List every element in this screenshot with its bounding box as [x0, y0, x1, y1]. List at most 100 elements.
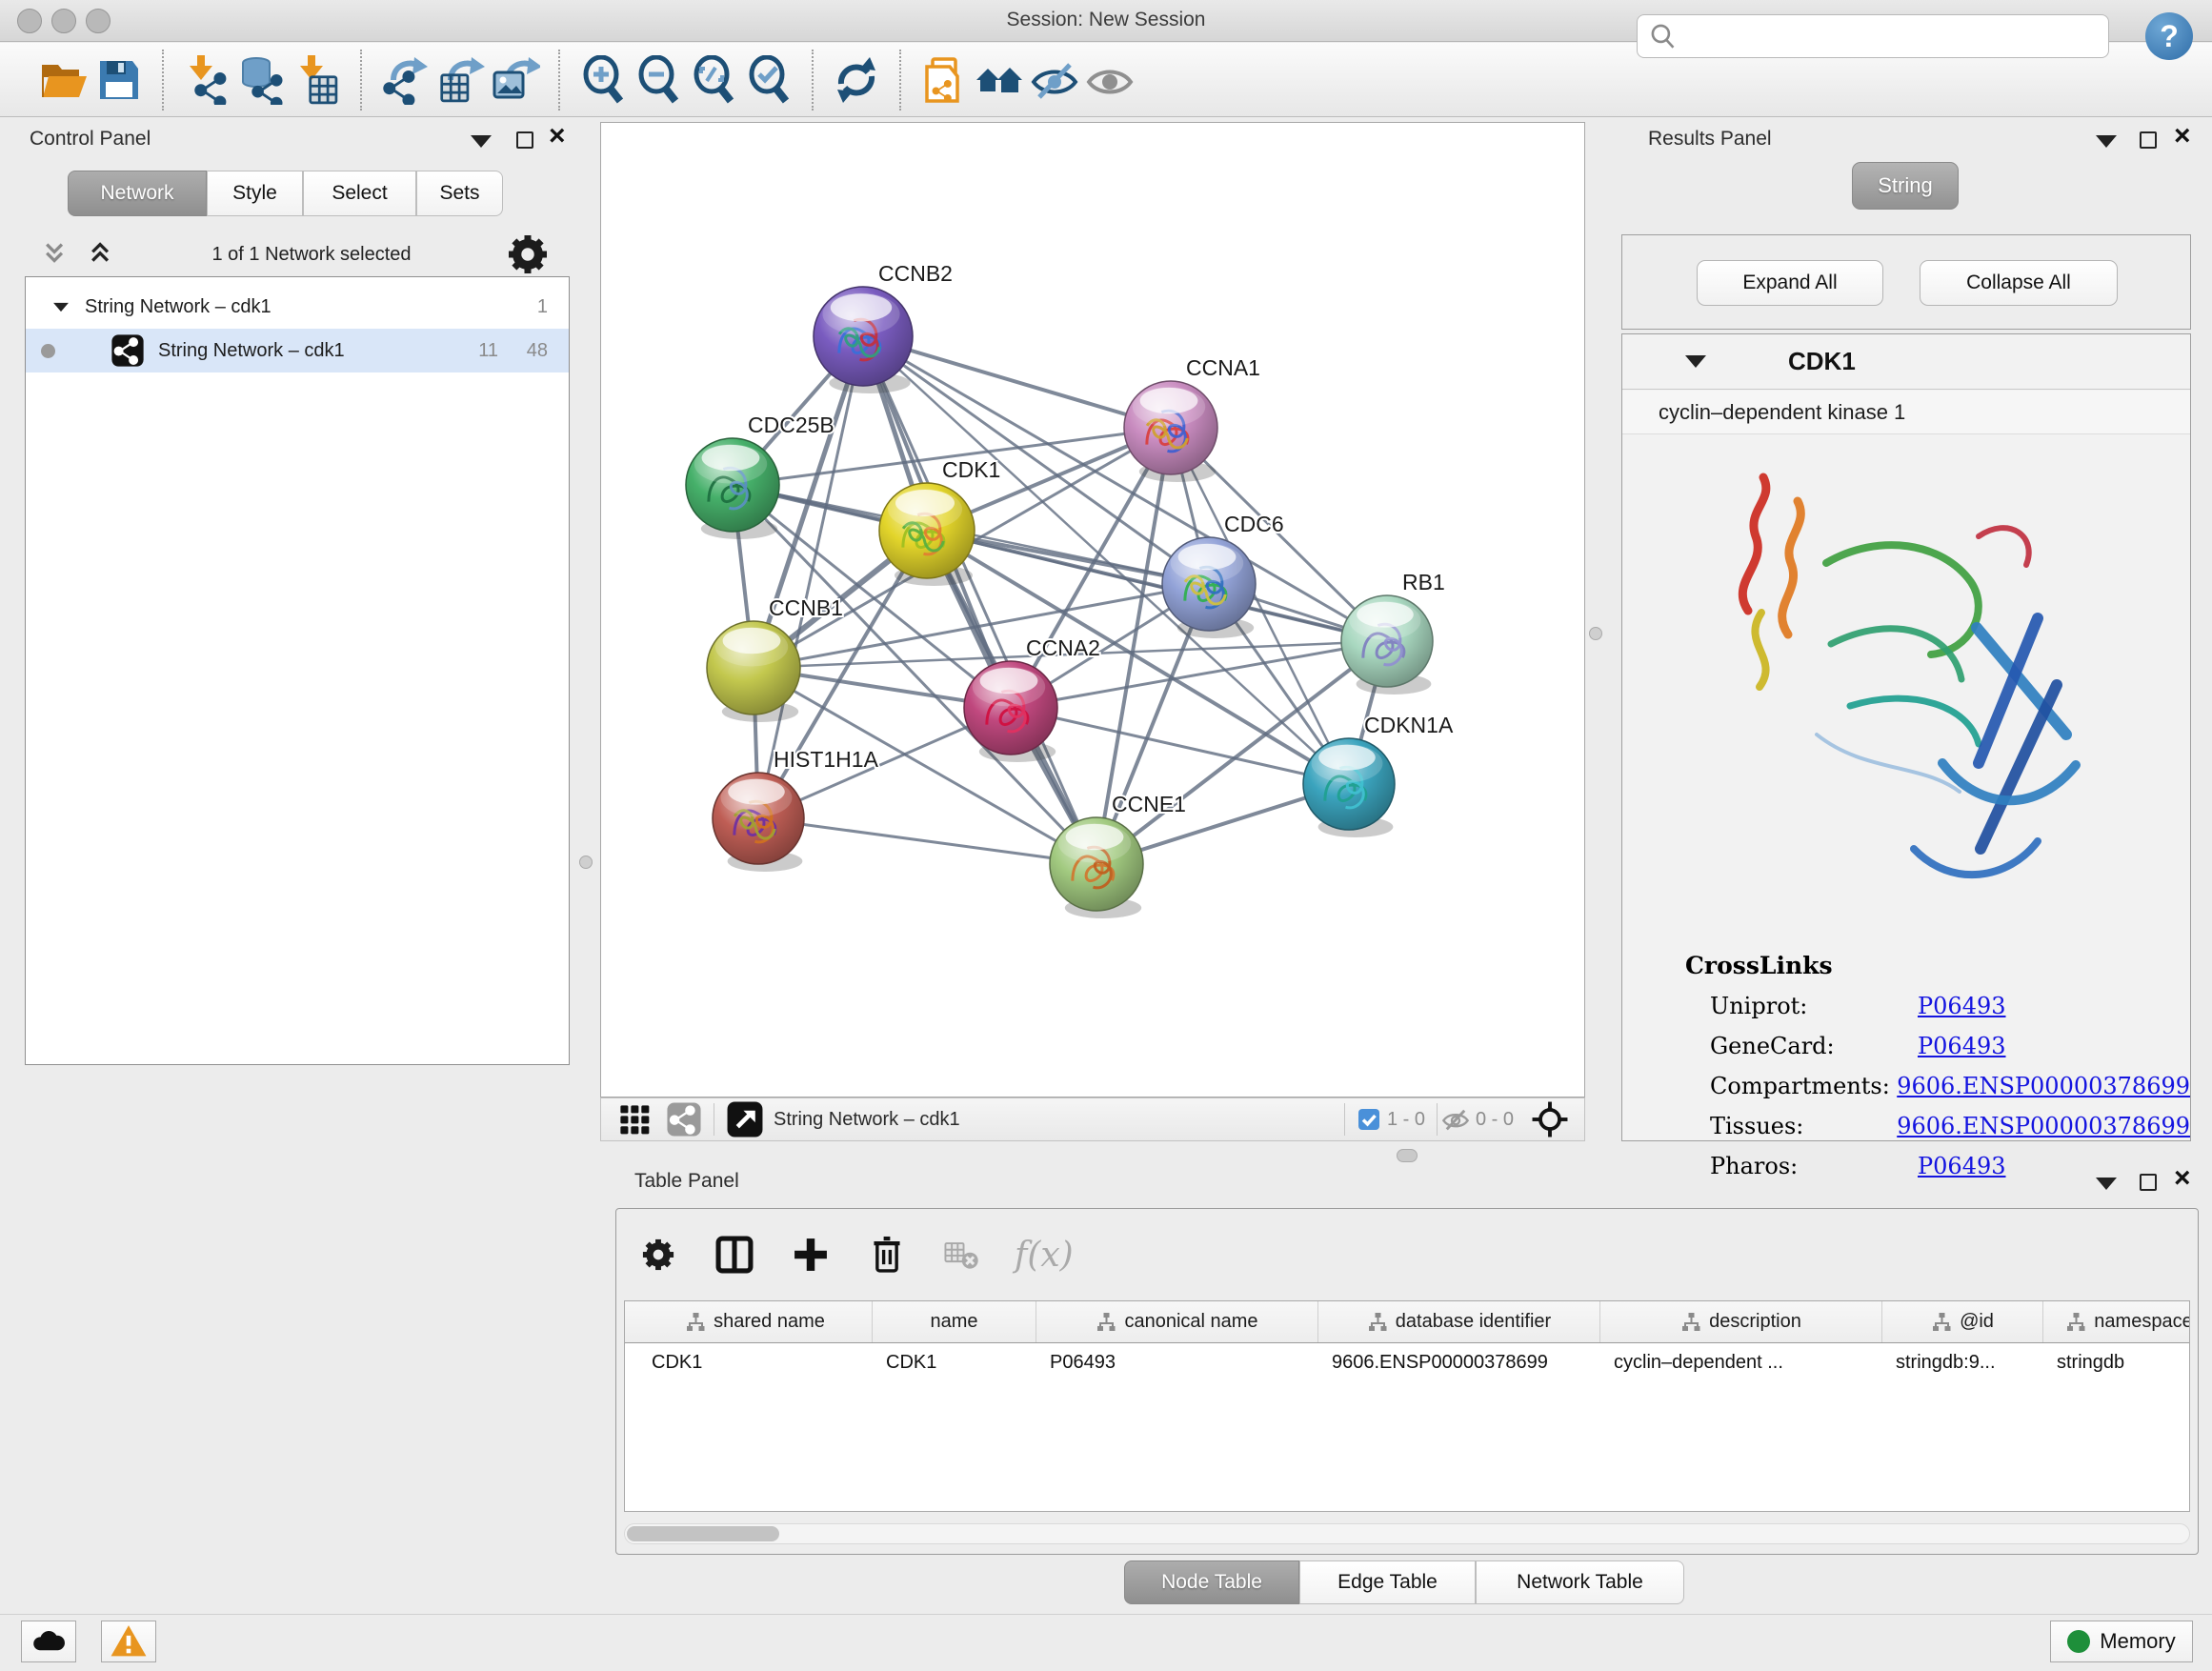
- network-node[interactable]: CCNB1: [707, 595, 843, 722]
- network-graph[interactable]: CCNB2 CCNA1 CDC25B CDK1 CDC6 RB1 CCNB1 C…: [601, 123, 1584, 1097]
- network-node[interactable]: RB1: [1341, 570, 1445, 695]
- export-table-button[interactable]: [432, 52, 488, 108]
- table-delete-icon[interactable]: [866, 1234, 908, 1276]
- column-header-shared-name[interactable]: shared name: [638, 1301, 873, 1342]
- gene-section-header[interactable]: CDK1: [1622, 334, 2190, 390]
- table-horizontal-scrollbar[interactable]: [624, 1523, 2190, 1544]
- collapse-all-networks-icon[interactable]: [42, 238, 74, 271]
- warnings-button[interactable]: [101, 1621, 156, 1662]
- crosslink-link[interactable]: P06493: [1918, 993, 2006, 1019]
- tab-style[interactable]: Style: [207, 171, 303, 216]
- cell-namespace[interactable]: stringdb: [2043, 1343, 2190, 1385]
- network-node[interactable]: CCNA1: [1124, 355, 1260, 482]
- results-panel-close-icon[interactable]: ×: [2174, 128, 2191, 145]
- node-table[interactable]: shared namenamecanonical namedatabase id…: [624, 1300, 2190, 1512]
- table-header-row: shared namenamecanonical namedatabase id…: [625, 1301, 2189, 1343]
- table-panel-menu-icon[interactable]: [2096, 1178, 2117, 1190]
- export-image-button[interactable]: [488, 52, 543, 108]
- cell-description[interactable]: cyclin–dependent ...: [1600, 1343, 1882, 1385]
- import-network-from-database-button[interactable]: [234, 52, 290, 108]
- new-network-from-selection-button[interactable]: [916, 52, 972, 108]
- export-network-button[interactable]: [377, 52, 432, 108]
- cell-shared-name[interactable]: CDK1: [638, 1343, 873, 1385]
- birdseye-view-icon[interactable]: [616, 1101, 653, 1137]
- network-node[interactable]: CDKN1A: [1303, 713, 1454, 837]
- import-table-button[interactable]: [290, 52, 345, 108]
- save-session-button[interactable]: [91, 52, 147, 108]
- tab-network-table[interactable]: Network Table: [1476, 1560, 1684, 1604]
- results-panel-menu-icon[interactable]: [2096, 135, 2117, 148]
- import-network-button[interactable]: [179, 52, 234, 108]
- column-header-database-identifier[interactable]: database identifier: [1318, 1301, 1600, 1342]
- selected-items-checkbox-icon[interactable]: [1357, 1107, 1381, 1132]
- fit-selected-icon[interactable]: [1531, 1100, 1569, 1138]
- table-panel-close-icon[interactable]: ×: [2174, 1170, 2191, 1187]
- tab-sets[interactable]: Sets: [416, 171, 503, 216]
- fit-content-button[interactable]: [686, 52, 741, 108]
- tab-network[interactable]: Network: [68, 171, 207, 216]
- hide-selected-button[interactable]: [1027, 52, 1082, 108]
- network-row[interactable]: String Network – cdk1 11 48: [26, 329, 569, 372]
- help-button[interactable]: ?: [2145, 12, 2193, 60]
- table-function-icon[interactable]: f(x): [1015, 1236, 1074, 1275]
- column-header-namespace[interactable]: namespace: [2043, 1301, 2190, 1342]
- collapse-all-button[interactable]: Collapse All: [1920, 260, 2118, 306]
- control-panel-menu-icon[interactable]: [471, 135, 492, 148]
- crosslink-link[interactable]: 9606.ENSP00000378699: [1897, 1073, 2190, 1099]
- column-header-description[interactable]: description: [1600, 1301, 1882, 1342]
- network-collection-row[interactable]: String Network – cdk1 1: [26, 285, 569, 329]
- network-node[interactable]: CCNB2: [814, 261, 953, 393]
- network-edge[interactable]: [1011, 708, 1349, 784]
- detach-view-icon[interactable]: [726, 1100, 764, 1138]
- table-row[interactable]: CDK1CDK1P064939606.ENSP00000378699cyclin…: [625, 1343, 2189, 1385]
- table-add-icon[interactable]: [790, 1234, 832, 1276]
- gene-disclosure-icon[interactable]: [1685, 355, 1706, 368]
- refresh-network-button[interactable]: [829, 52, 884, 108]
- zoom-in-button[interactable]: [575, 52, 631, 108]
- network-canvas[interactable]: CCNB2 CCNA1 CDC25B CDK1 CDC6 RB1 CCNB1 C…: [600, 122, 1585, 1097]
- column-header-canonical-name[interactable]: canonical name: [1036, 1301, 1318, 1342]
- tab-select[interactable]: Select: [303, 171, 416, 216]
- right-splitter-handle[interactable]: [1589, 627, 1602, 640]
- cell-canonical-name[interactable]: P06493: [1036, 1343, 1318, 1385]
- network-edge[interactable]: [758, 818, 1096, 864]
- tab-node-table[interactable]: Node Table: [1124, 1560, 1299, 1604]
- cell--id[interactable]: stringdb:9...: [1882, 1343, 2043, 1385]
- table-panel-float-icon[interactable]: [2140, 1174, 2157, 1191]
- collection-disclosure-icon[interactable]: [53, 302, 69, 311]
- table-gear-icon[interactable]: [637, 1234, 679, 1276]
- network-node[interactable]: HIST1H1A: [713, 747, 879, 872]
- column-header--id[interactable]: @id: [1882, 1301, 2043, 1342]
- table-columns-icon[interactable]: [714, 1234, 755, 1276]
- zoom-selected-button[interactable]: [741, 52, 796, 108]
- tab-edge-table[interactable]: Edge Table: [1299, 1560, 1476, 1604]
- show-all-button[interactable]: [1082, 52, 1137, 108]
- left-splitter-handle[interactable]: [579, 856, 593, 869]
- network-edge[interactable]: [863, 336, 1096, 864]
- network-node[interactable]: CDK1: [879, 457, 1000, 586]
- zoom-out-button[interactable]: [631, 52, 686, 108]
- tab-string[interactable]: String: [1852, 162, 1959, 210]
- first-neighbors-icon: [975, 55, 1024, 105]
- control-panel-float-icon[interactable]: [516, 131, 533, 149]
- expand-all-button[interactable]: Expand All: [1697, 260, 1883, 306]
- scrollbar-thumb[interactable]: [627, 1526, 779, 1541]
- cell-database-identifier[interactable]: 9606.ENSP00000378699: [1318, 1343, 1600, 1385]
- crosslink-link[interactable]: 9606.ENSP00000378699: [1897, 1113, 2190, 1139]
- network-options-gear-icon[interactable]: [503, 230, 553, 279]
- search-input[interactable]: [1679, 26, 2099, 48]
- expand-all-networks-icon[interactable]: [88, 238, 120, 271]
- cloud-button[interactable]: [21, 1621, 76, 1662]
- crosslink-label: Compartments:: [1710, 1073, 1897, 1099]
- cell-name[interactable]: CDK1: [873, 1343, 1036, 1385]
- memory-button[interactable]: Memory: [2050, 1621, 2193, 1662]
- control-panel-close-icon[interactable]: ×: [549, 128, 566, 145]
- open-session-icon: [39, 55, 89, 105]
- crosslink-link[interactable]: P06493: [1918, 1033, 2006, 1059]
- table-destroy-icon[interactable]: [942, 1236, 980, 1274]
- search-box[interactable]: [1637, 14, 2109, 58]
- open-session-button[interactable]: [36, 52, 91, 108]
- first-neighbors-button[interactable]: [972, 52, 1027, 108]
- results-panel-float-icon[interactable]: [2140, 131, 2157, 149]
- column-header-name[interactable]: name: [873, 1301, 1036, 1342]
